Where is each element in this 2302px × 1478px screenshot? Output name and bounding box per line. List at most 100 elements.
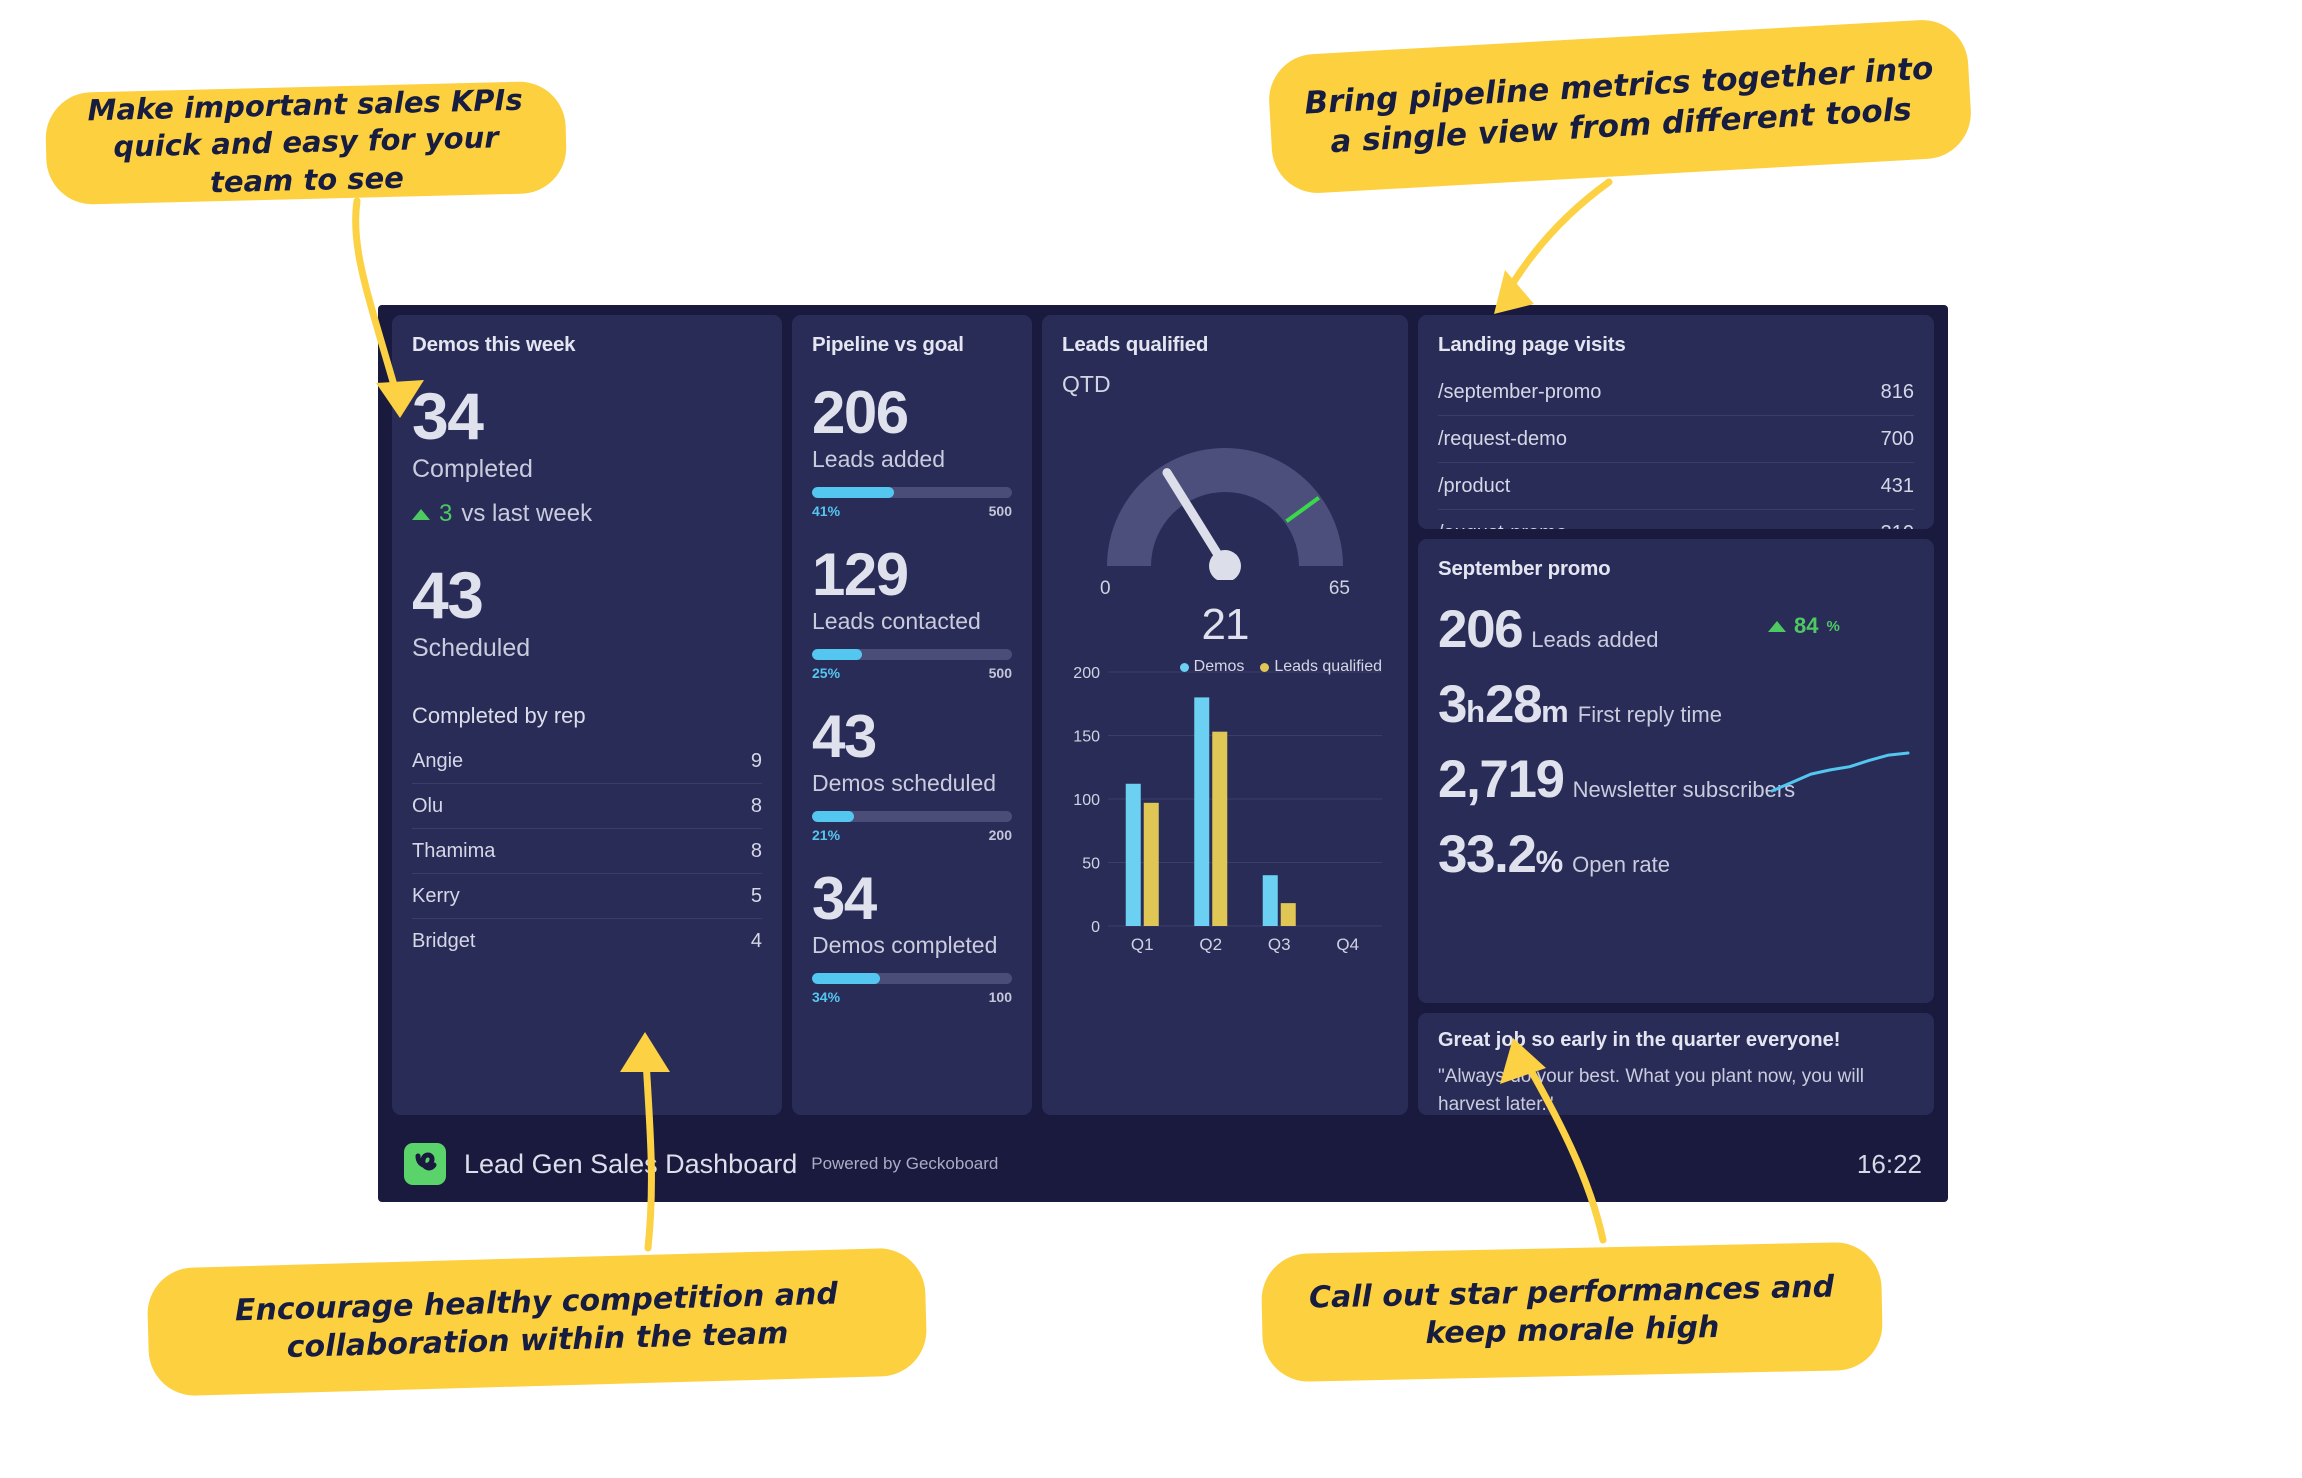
- pipeline-metric-leads-contacted: 129 Leads contacted 25% 500: [812, 545, 1012, 681]
- footer-clock: 16:22: [1856, 1148, 1922, 1179]
- rep-value: 9: [750, 750, 762, 772]
- table-row: /august-promo 310: [1438, 510, 1914, 529]
- callout-bottom-right: Call out star performances and keep mora…: [1260, 1241, 1884, 1383]
- rep-name: Olu: [412, 795, 444, 817]
- table-row: /september-promo 816: [1438, 369, 1914, 416]
- metric-label: Leads contacted: [812, 608, 981, 634]
- page-visits: 310: [1881, 522, 1914, 529]
- demos-delta-text: vs last week: [461, 500, 593, 527]
- panel-message[interactable]: Great job so early in the quarter everyo…: [1418, 1013, 1934, 1115]
- page-visits: 431: [1880, 475, 1914, 497]
- geckoboard-logo-icon: [404, 1143, 446, 1185]
- rep-name: Bridget: [412, 930, 476, 952]
- promo-delta: 84 %: [1768, 613, 1840, 639]
- promo-first-reply-label: First reply time: [1577, 702, 1722, 727]
- metric-value: 129: [812, 541, 909, 608]
- progress-bar: [812, 973, 1012, 984]
- column-right: Landing page visits /september-promo 816…: [1418, 315, 1934, 1115]
- chart-y-tick-label: 0: [1091, 919, 1100, 936]
- promo-delta-value: 84: [1794, 613, 1819, 638]
- pipeline-metric-demos-scheduled: 43 Demos scheduled 21% 200: [812, 707, 1012, 843]
- panel-title-landing-page-visits: Landing page visits: [1438, 333, 1626, 356]
- progress-goal: 200: [988, 827, 1012, 843]
- progress-bar-fill: [812, 487, 894, 498]
- chart-bar: [1143, 802, 1159, 926]
- page-path: /september-promo: [1438, 381, 1602, 403]
- table-row: Bridget 4: [412, 919, 762, 963]
- panel-title-september-promo: September promo: [1438, 557, 1611, 580]
- chart-x-tick-label: Q1: [1131, 935, 1154, 954]
- progress-bar-footer: 34% 100: [812, 989, 1012, 1005]
- progress-percent: 21%: [812, 827, 841, 843]
- rep-name: Thamima: [412, 840, 496, 862]
- quarterly-bar-chart: Demos Leads qualified 0 50 100 150 200 Q1 Q2 Q3…: [1062, 658, 1388, 1099]
- pipeline-metric-leads-added: 206 Leads added 41% 500: [812, 383, 1012, 519]
- panel-september-promo[interactable]: September promo 206 Leads added 84 % 3 h: [1418, 539, 1934, 1003]
- completed-by-rep-title: Completed by rep: [412, 703, 586, 728]
- promo-first-reply-row: 3 h 28 m First reply time: [1438, 678, 1914, 731]
- progress-goal: 500: [988, 665, 1012, 681]
- panel-landing-page-visits[interactable]: Landing page visits /september-promo 816…: [1418, 315, 1934, 529]
- chart-bar: [1194, 697, 1210, 926]
- promo-newsletter-value: 2,719: [1438, 750, 1565, 809]
- triangle-up-icon: [412, 508, 430, 520]
- message-title: Great job so early in the quarter everyo…: [1438, 1029, 1841, 1051]
- chart-y-tick-label: 150: [1073, 729, 1100, 746]
- panel-leads-qualified[interactable]: Leads qualified QTD 0 65 21 Demos Leads …: [1042, 315, 1408, 1115]
- chart-legend: Demos Leads qualified: [1179, 658, 1382, 676]
- gauge-min-label: 0: [1100, 578, 1111, 599]
- chart-x-tick-label: Q2: [1199, 935, 1222, 954]
- gauge-scale-labels: 0 65: [1062, 578, 1388, 600]
- panel-title-demos: Demos this week: [412, 333, 576, 356]
- rep-value: 4: [750, 930, 762, 952]
- dashboard-footer: Lead Gen Sales Dashboard Powered by Geck…: [378, 1126, 1948, 1202]
- column-pipeline: Pipeline vs goal 206 Leads added 41% 500: [792, 315, 1032, 1115]
- promo-open-rate-value: 33.2: [1438, 825, 1537, 884]
- progress-percent: 25%: [812, 665, 841, 681]
- promo-open-rate-unit: %: [1535, 844, 1564, 879]
- progress-bar-footer: 21% 200: [812, 827, 1012, 843]
- promo-open-rate-label: Open rate: [1572, 852, 1670, 877]
- demos-delta-value: 3: [439, 500, 453, 527]
- progress-bar-fill: [812, 973, 880, 984]
- page-path: /request-demo: [1438, 428, 1567, 450]
- rep-value: 8: [750, 795, 762, 817]
- column-leads-qualified: Leads qualified QTD 0 65 21 Demos Leads …: [1042, 315, 1408, 1115]
- legend-dot-icon: [1260, 662, 1270, 672]
- metric-value: 43: [812, 703, 877, 770]
- triangle-up-icon: [1768, 620, 1786, 632]
- chart-x-tick-label: Q4: [1336, 935, 1359, 954]
- bar-chart-svg: 0 50 100 150 200 Q1 Q2 Q3 Q4: [1073, 665, 1382, 954]
- rep-name: Kerry: [412, 885, 460, 907]
- legend-label: Demos: [1193, 658, 1245, 675]
- column-demos: Demos this week 34 Completed 3 vs last w…: [392, 315, 782, 1115]
- promo-reply-minutes-unit: m: [1541, 694, 1569, 729]
- panel-pipeline-vs-goal[interactable]: Pipeline vs goal 206 Leads added 41% 500: [792, 315, 1032, 1115]
- leads-qualified-period: QTD: [1062, 371, 1111, 397]
- promo-delta-unit: %: [1826, 617, 1840, 635]
- metric-value: 206: [812, 379, 909, 446]
- sparkline-path: [1770, 751, 1910, 793]
- gauge-chart: 0 65: [1062, 404, 1388, 604]
- callout-top-left: Make important sales KPIs quick and easy…: [44, 80, 568, 206]
- panel-demos-this-week[interactable]: Demos this week 34 Completed 3 vs last w…: [392, 315, 782, 1115]
- legend-item-leads-qualified: Leads qualified: [1260, 658, 1382, 676]
- demos-completed-block: 34 Completed 3 vs last week: [412, 383, 762, 528]
- panel-title-pipeline: Pipeline vs goal: [812, 333, 964, 356]
- promo-newsletter-row: 2,719 Newsletter subscribers: [1438, 750, 1914, 809]
- sparkline-chart: [1770, 751, 1910, 793]
- gauge-value: 21: [1201, 600, 1250, 649]
- footer-title: Lead Gen Sales Dashboard: [464, 1148, 798, 1179]
- arrow-line-top-right: [1496, 178, 1613, 309]
- promo-leads-added-value: 206: [1438, 600, 1524, 659]
- chart-bar: [1280, 903, 1296, 926]
- progress-bar: [812, 487, 1012, 498]
- metric-label: Demos completed: [812, 932, 998, 958]
- progress-goal: 100: [988, 989, 1012, 1005]
- progress-percent: 34%: [812, 989, 841, 1005]
- metric-label: Leads added: [812, 446, 946, 472]
- metric-label: Demos scheduled: [812, 770, 997, 796]
- chart-y-tick-label: 100: [1073, 792, 1100, 809]
- chart-y-tick-label: 200: [1073, 665, 1100, 682]
- demos-scheduled-value: 43: [412, 558, 484, 632]
